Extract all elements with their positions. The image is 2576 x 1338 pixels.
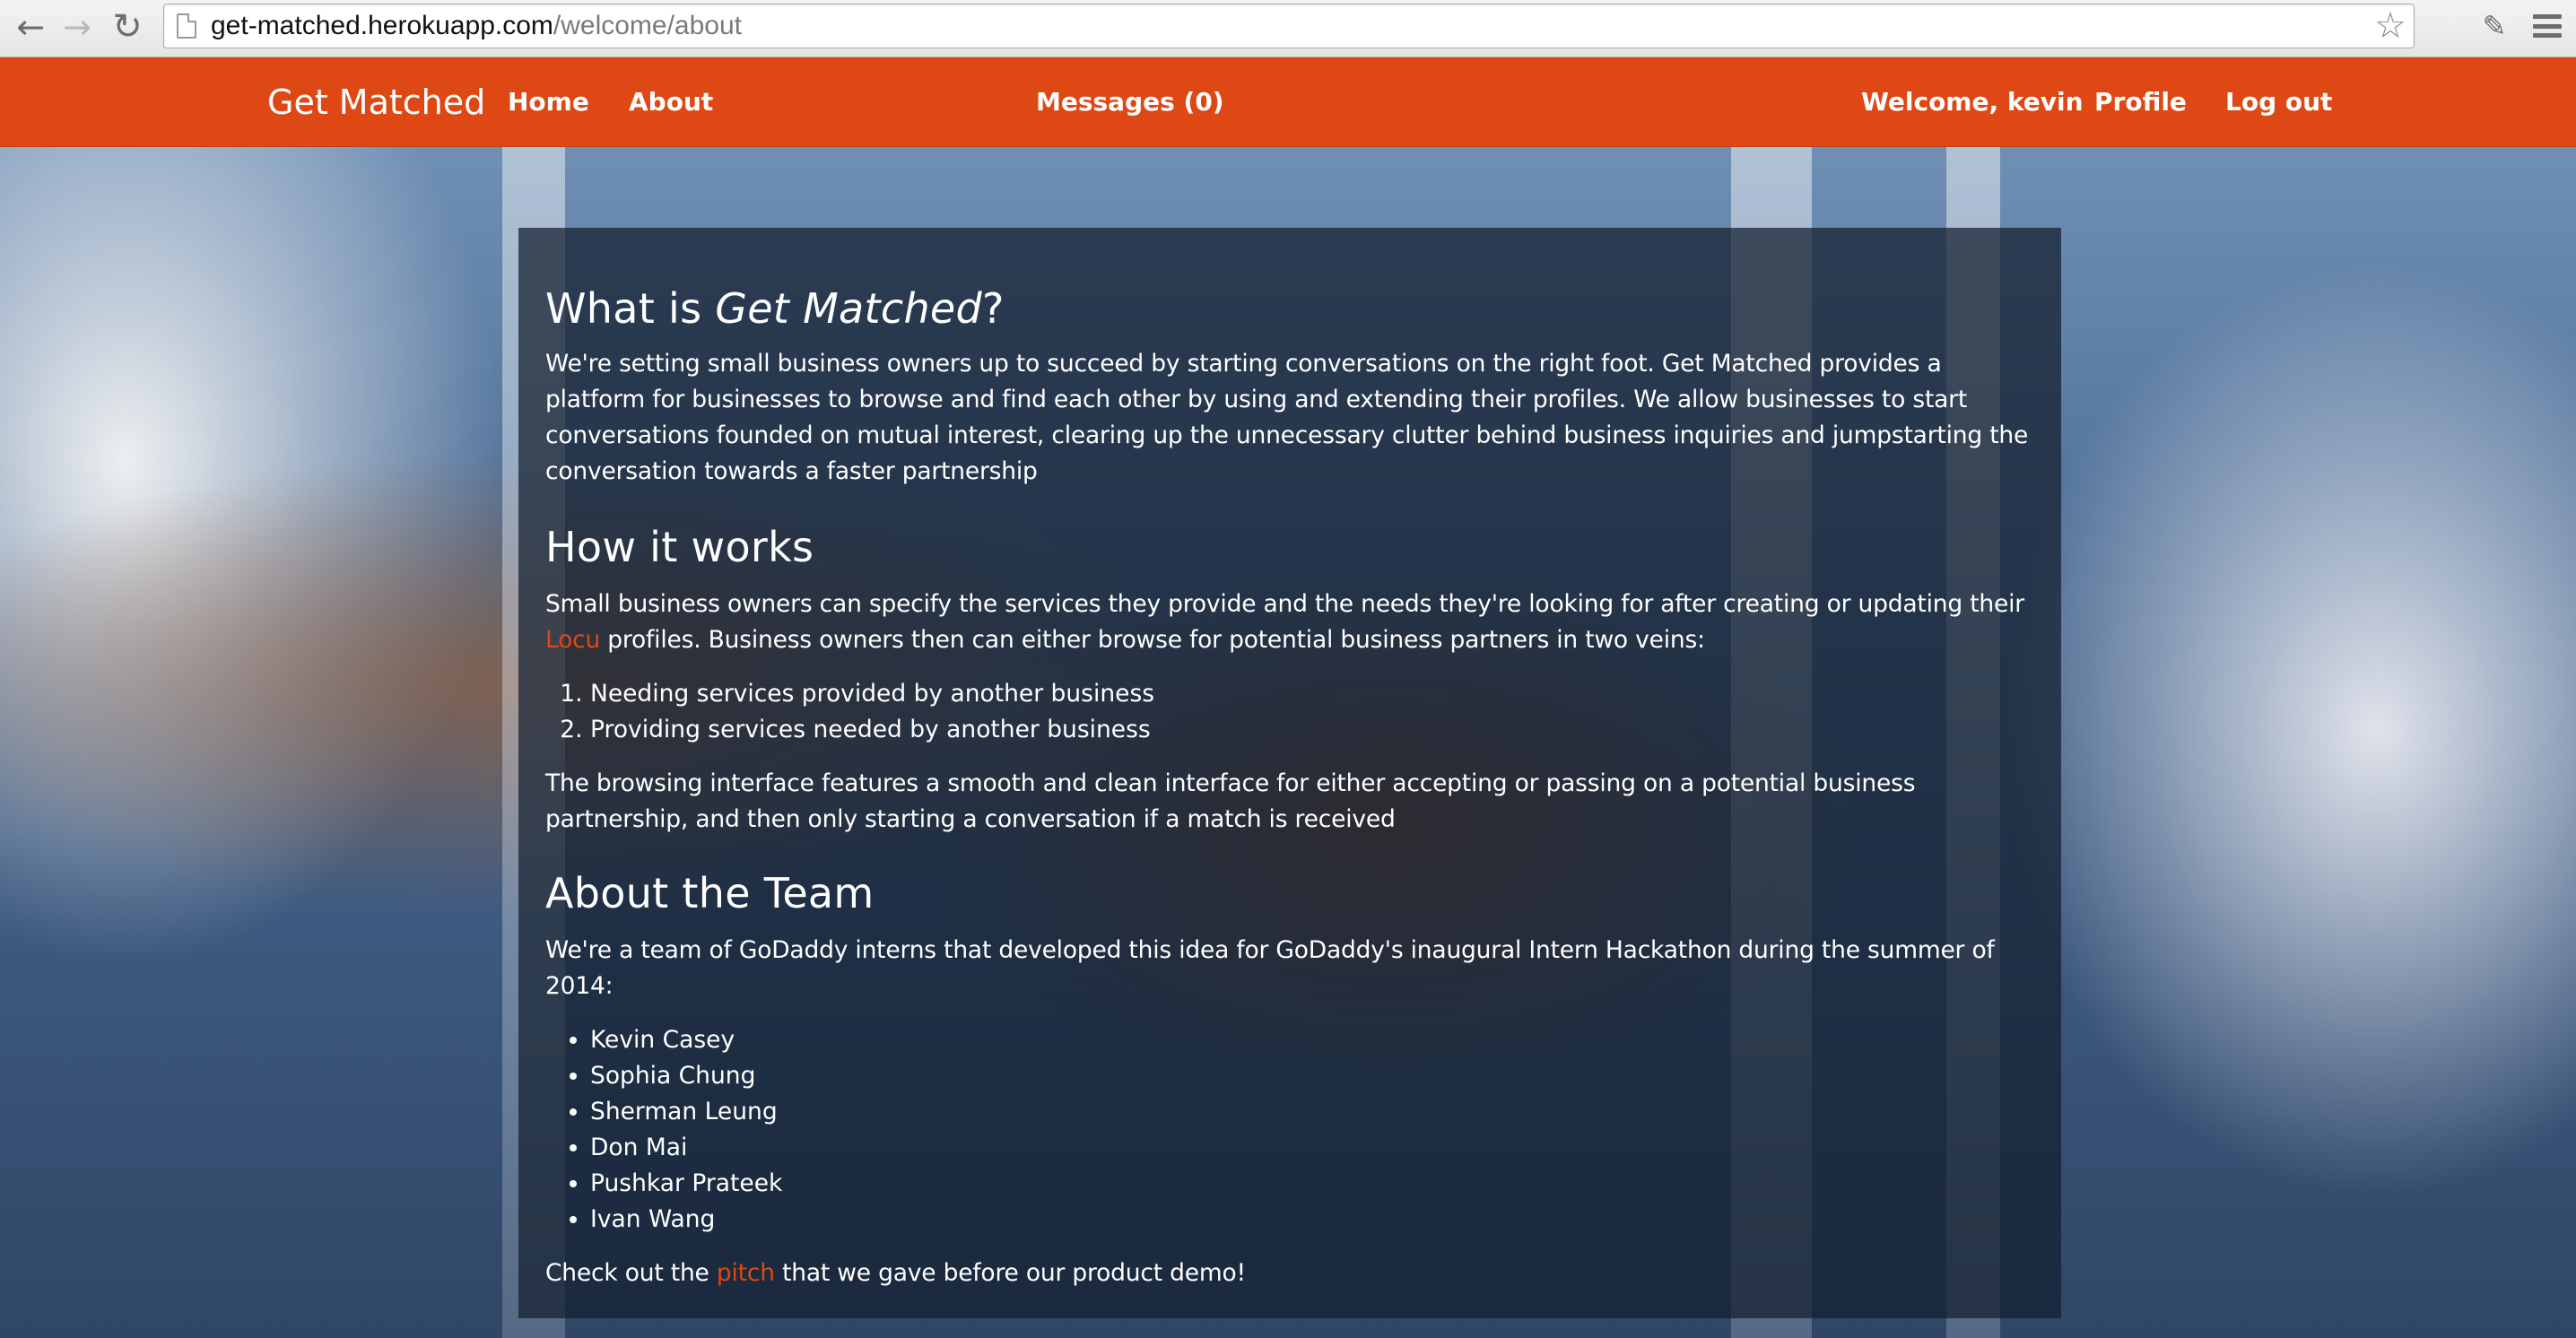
back-arrow-icon[interactable]: ← [9,5,52,48]
list-item: Ivan Wang [590,1202,2034,1238]
list-item: Don Mai [590,1130,2034,1166]
browse-modes-list: Needing services provided by another bus… [545,676,2034,748]
nav-profile-link[interactable]: Profile [2094,57,2187,147]
browser-toolbar: ← → ↻ get-matched.herokuapp.com/welcome/… [0,0,2576,57]
list-item: Providing services needed by another bus… [590,712,2034,748]
about-team-heading: About the Team [545,869,875,917]
url-path: /welcome/about [553,11,743,40]
nav-welcome-link[interactable]: Welcome, kevin [1861,57,2084,147]
nav-about-link[interactable]: About [629,57,713,147]
about-heading: What is Get Matched? [545,283,2034,334]
team-members-list: Kevin Casey Sophia Chung Sherman Leung D… [545,1022,2034,1238]
browsing-interface-paragraph: The browsing interface features a smooth… [545,769,1916,833]
forward-arrow-icon[interactable]: → [56,5,99,48]
nav-logout-link[interactable]: Log out [2225,57,2332,147]
about-heading-brand: Get Matched [715,284,983,333]
about-heading-prefix: What is [545,284,716,333]
pitch-text-before-link: Check out the [545,1259,717,1287]
list-item: Needing services provided by another bus… [590,676,2034,712]
url-host: get-matched.herokuapp.com [211,11,553,40]
about-content-panel: What is Get Matched? We're setting small… [518,228,2061,1318]
pitch-paragraph: Check out the pitch that we gave before … [545,1255,2034,1291]
nav-home-link[interactable]: Home [508,57,589,147]
list-item: Sophia Chung [590,1058,2034,1094]
locu-link[interactable]: Locu [545,626,600,654]
nav-messages-link[interactable]: Messages (0) [1036,57,1224,147]
list-item: Kevin Casey [590,1022,2034,1058]
how-it-works-paragraph: Small business owners can specify the se… [545,586,2034,658]
top-navbar: Get Matched Home About Messages (0) Welc… [0,57,2576,147]
pitch-link[interactable]: pitch [717,1259,775,1287]
menu-icon[interactable] [2533,11,2562,41]
reload-icon[interactable]: ↻ [106,5,149,48]
how-text-before-link: Small business owners can specify the se… [545,590,2024,618]
list-item: Sherman Leung [590,1094,2034,1130]
url-text[interactable]: get-matched.herokuapp.com/welcome/about [211,4,742,48]
bookmark-star-icon[interactable]: ☆ [2374,6,2406,46]
how-text-after-link: profiles. Business owners then can eithe… [600,626,1705,654]
about-paragraph: We're setting small business owners up t… [545,350,2029,485]
brand-link[interactable]: Get Matched [267,57,485,147]
pitch-text-after-link: that we gave before our product demo! [774,1259,1246,1287]
extension-icon[interactable]: ✎ [2476,9,2513,43]
address-bar[interactable]: get-matched.herokuapp.com/welcome/about … [163,4,2415,48]
list-item: Pushkar Prateek [590,1166,2034,1202]
team-intro-paragraph: We're a team of GoDaddy interns that dev… [545,936,1995,1000]
how-it-works-heading: How it works [545,523,814,571]
page-icon [177,13,196,39]
about-heading-suffix: ? [982,284,1005,333]
